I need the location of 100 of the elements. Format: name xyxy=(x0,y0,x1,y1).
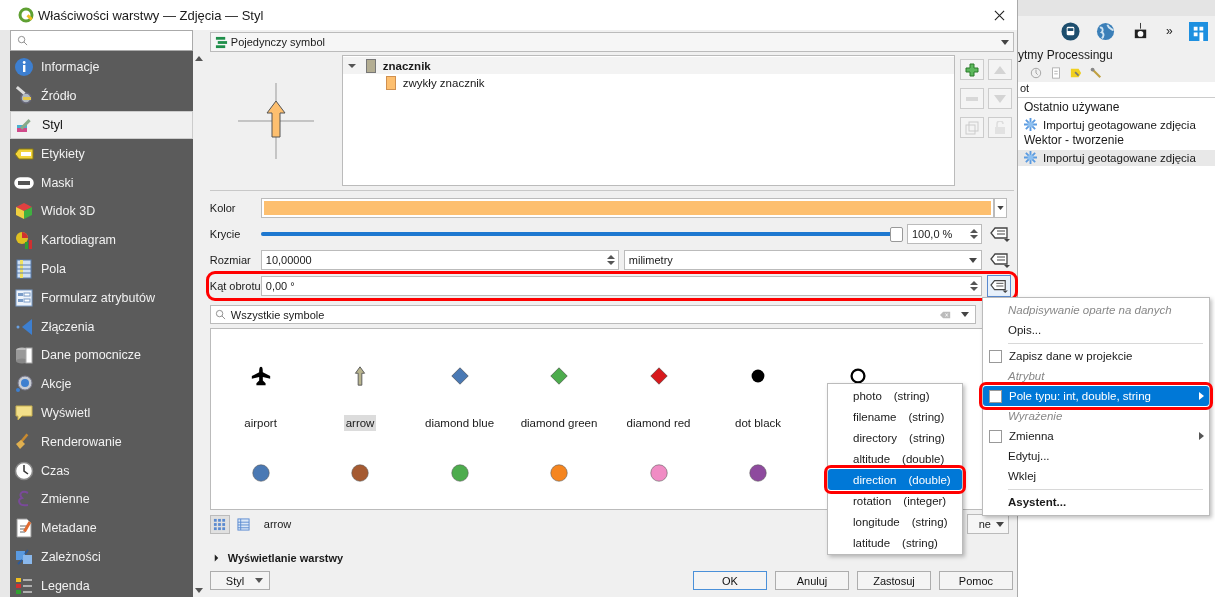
grid-icon[interactable] xyxy=(1188,21,1208,41)
diamond-symbol-icon[interactable] xyxy=(448,365,471,387)
rotation-spinbox[interactable]: 0,00 ° xyxy=(260,276,982,296)
data-defined-icon[interactable] xyxy=(989,225,1011,243)
data-defined-icon[interactable] xyxy=(989,251,1011,269)
dialog-button[interactable]: OK xyxy=(693,571,767,590)
symbol-name[interactable]: airport xyxy=(242,415,279,431)
field-menu-item[interactable]: latitude (string) xyxy=(828,532,962,553)
tree-group[interactable]: Wektor - tworzenie xyxy=(1018,133,1215,150)
diamond-symbol-icon[interactable] xyxy=(548,365,571,387)
sidebar-item[interactable]: Wyświetl xyxy=(10,398,193,428)
renderer-dropdown[interactable]: Pojedynczy symbol xyxy=(209,32,1014,52)
sidebar-item[interactable]: Etykiety xyxy=(10,139,193,169)
symbol-name[interactable]: dot black xyxy=(733,415,784,431)
opacity-spinbox[interactable]: 100,0 % xyxy=(907,224,982,244)
color-button[interactable] xyxy=(260,198,994,218)
search-field[interactable]: ot xyxy=(1018,82,1215,98)
dialog-button[interactable]: Zastosuj xyxy=(857,571,931,590)
icon-view-button[interactable] xyxy=(209,514,230,534)
sidebar-item[interactable]: Formularz atrybutów xyxy=(10,283,193,313)
field-menu-item[interactable]: longitude (string) xyxy=(828,511,962,532)
field-menu-item[interactable]: directory (string) xyxy=(828,427,962,448)
style-dropdown-button[interactable]: Styl xyxy=(209,571,270,590)
checkbox[interactable] xyxy=(989,429,1002,443)
scroll-down-icon[interactable] xyxy=(194,588,203,593)
dialog-button[interactable]: Pomoc xyxy=(939,571,1013,590)
circle-symbol-icon[interactable] xyxy=(548,462,571,484)
sidebar-item[interactable]: Pola xyxy=(10,254,193,284)
circle-symbol-icon[interactable] xyxy=(747,462,770,484)
field-menu-item[interactable]: rotation (integer) xyxy=(828,490,962,511)
symbol-search-field[interactable]: Wszystkie symbole xyxy=(209,305,976,324)
menu-item[interactable]: Opis... xyxy=(983,320,1209,340)
more-tools-button[interactable]: » xyxy=(1166,24,1173,38)
menu-item[interactable]: Asystent... xyxy=(983,492,1209,512)
circle-symbol-icon[interactable] xyxy=(249,462,272,484)
caret-icon xyxy=(996,521,1004,527)
slider-handle[interactable] xyxy=(890,227,903,242)
checkbox[interactable] xyxy=(989,389,1002,403)
search-field[interactable] xyxy=(10,30,193,51)
sidebar-item[interactable]: Renderowanie xyxy=(10,427,193,457)
field-menu-item[interactable]: filename (string) xyxy=(828,406,962,427)
sidebar-item[interactable]: Źródło xyxy=(10,81,193,111)
data-defined-button[interactable] xyxy=(987,275,1011,297)
circle-symbol-icon[interactable] xyxy=(647,462,670,484)
sidebar-item[interactable]: Metadane xyxy=(10,513,193,543)
cube-icon xyxy=(14,201,34,222)
circle-symbol-icon[interactable] xyxy=(349,462,372,484)
sidebar-item[interactable]: Widok 3D xyxy=(10,197,193,226)
menu-section-label: Wyrażenie xyxy=(1007,409,1064,424)
globe-icon[interactable] xyxy=(1096,21,1115,41)
field-label: Kolor xyxy=(209,202,237,214)
label-icon[interactable] xyxy=(1070,67,1082,79)
symbol-name[interactable]: diamond green xyxy=(518,415,600,431)
unit-dropdown[interactable]: milimetry xyxy=(623,250,982,270)
tree-item[interactable]: znacznik xyxy=(382,59,431,72)
bus-icon[interactable] xyxy=(1061,21,1080,41)
algorithm-item[interactable]: Importuj geotagowane zdjęcia xyxy=(1018,149,1215,166)
tree-item[interactable]: zwykły znacznik xyxy=(402,76,485,89)
airport-symbol-icon[interactable] xyxy=(249,365,272,387)
checkbox[interactable] xyxy=(989,349,1002,363)
wrench-icon[interactable] xyxy=(1090,67,1102,79)
close-icon[interactable] xyxy=(994,9,1005,21)
sidebar-item[interactable]: Informacje xyxy=(10,53,193,82)
section-header[interactable]: Wyświetlanie warstwy xyxy=(209,550,344,566)
tree-group[interactable]: Ostatnio używane xyxy=(1018,100,1215,117)
symbol-name[interactable]: arrow xyxy=(343,415,377,431)
size-spinbox[interactable]: 10,00000 xyxy=(260,250,619,270)
sidebar-item[interactable]: Zależności xyxy=(10,542,193,572)
expand-caret-icon xyxy=(212,554,220,562)
menu-item[interactable]: Zapisz dane w projekcie xyxy=(983,346,1209,366)
caret-icon xyxy=(961,312,969,317)
document-icon[interactable] xyxy=(1050,67,1062,79)
sidebar-item[interactable]: Styl xyxy=(10,110,193,140)
dropdown[interactable]: ne xyxy=(967,514,1009,534)
symbol-name[interactable]: diamond red xyxy=(624,415,693,431)
opacity-slider[interactable] xyxy=(260,226,902,242)
data-defined-icon xyxy=(989,278,1009,294)
sidebar-item[interactable]: Złączenia xyxy=(10,312,193,341)
scroll-up-icon[interactable] xyxy=(194,56,203,61)
dialog-button[interactable]: Anuluj xyxy=(775,571,849,590)
diamond-symbol-icon[interactable] xyxy=(647,365,670,387)
field-menu-item[interactable]: altitude (double) xyxy=(828,448,962,469)
add-button[interactable] xyxy=(959,59,984,80)
sidebar-item[interactable]: Zmienne xyxy=(10,484,193,514)
circle-symbol-icon[interactable] xyxy=(448,462,471,484)
menu-item[interactable]: Edytuj... xyxy=(983,446,1209,466)
info-icon xyxy=(14,57,34,78)
sidebar-item[interactable]: Czas xyxy=(10,456,193,485)
expand-caret-icon[interactable] xyxy=(347,61,356,70)
menu-item[interactable]: Zmienna xyxy=(983,426,1209,446)
sidebar-item[interactable]: Dane pomocnicze xyxy=(10,340,193,370)
menu-item[interactable]: Wklej xyxy=(983,466,1209,486)
symbol-name[interactable]: diamond blue xyxy=(423,415,497,431)
algorithm-item[interactable]: Importuj geotagowane zdjęcia xyxy=(1018,116,1215,133)
form-icon xyxy=(14,287,34,308)
field-menu-item[interactable]: photo (string) xyxy=(828,385,962,406)
sidebar-item[interactable]: Legenda xyxy=(10,571,193,597)
sidebar-item[interactable]: Maski xyxy=(10,168,193,197)
sidebar-item[interactable]: Kartodiagram xyxy=(10,225,193,255)
sidebar-item[interactable]: Akcje xyxy=(10,369,193,399)
